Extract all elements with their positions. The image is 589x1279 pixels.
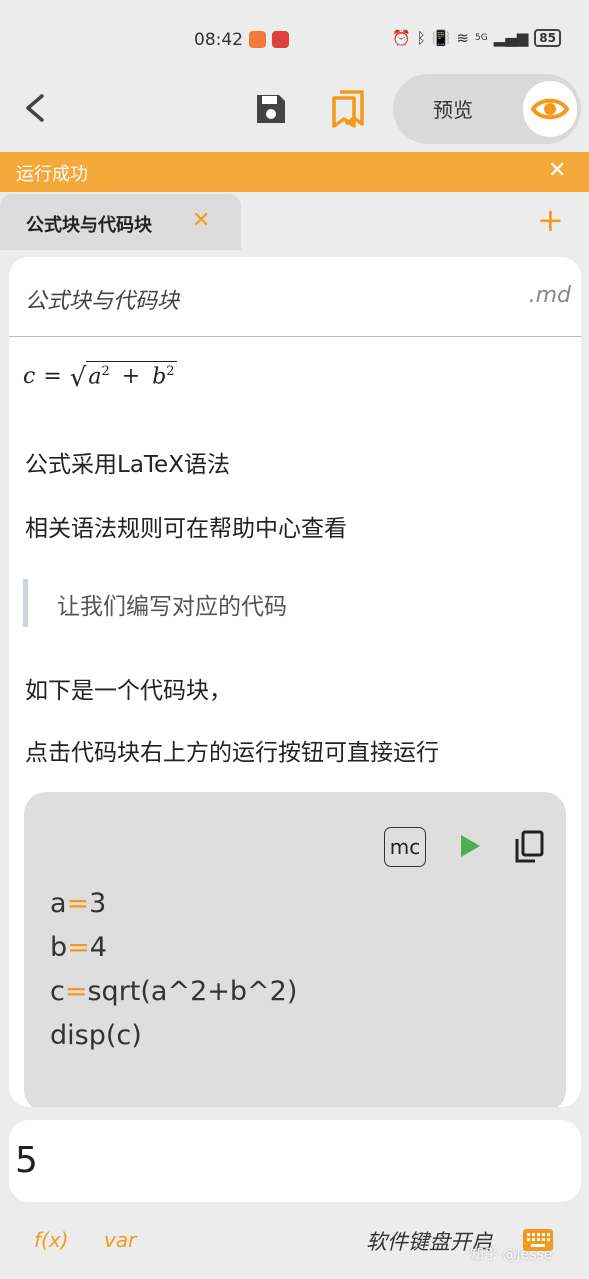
bookmarks-icon[interactable] [330,88,366,128]
tab-label: 公式块与代码块 [26,215,152,236]
sqrt-icon: √ [69,363,87,394]
code-line: disp(c) [50,1020,142,1051]
var-button[interactable]: var [104,1228,136,1252]
fx-button[interactable]: f(x) [34,1228,68,1252]
app-notification-icon [249,31,266,48]
document-extension: .md [528,283,571,308]
formula-exp: 2 [101,364,110,379]
back-arrow-icon[interactable] [20,92,52,124]
formula-radicand: a2 + b2 [86,361,177,390]
tab-close-icon[interactable]: ✕ [192,208,210,233]
title-divider [9,336,581,337]
preview-label: 预览 [433,98,473,122]
code-line: b=4 [50,926,297,970]
signal-icon: ▂▄▆ [493,29,529,47]
top-toolbar: 预览 [0,72,589,150]
bluetooth-icon: ᛒ [416,29,426,47]
alarm-icon: ⏰ [392,29,411,47]
tab-bar: 公式块与代码块 ✕ + [0,192,589,250]
output-field[interactable]: 5 [9,1120,581,1202]
code-operator: = [67,932,90,963]
eye-icon [531,98,569,120]
code-rhs: sqrt(a^2+b^2) [87,976,298,1007]
network-type: 5G [474,33,488,43]
eye-button[interactable] [523,81,577,137]
formula-lhs: c [23,364,36,390]
watermark: 知乎 @Jesse [470,1247,553,1263]
battery-level: 85 [534,29,561,47]
formula-plus: + [121,364,141,390]
banner-close-icon[interactable]: ✕ [548,158,566,183]
code-line: c=sqrt(a^2+b^2) [50,970,297,1014]
output-value: 5 [15,1140,38,1181]
formula-block: c = √ a2 + b2 [23,361,177,394]
code-rhs: 4 [89,932,107,963]
paragraph: 如下是一个代码块， [25,678,232,704]
banner-text: 运行成功 [16,164,88,185]
document-title[interactable]: 公式块与代码块 [25,283,179,315]
paragraph: 点击代码块右上方的运行按钮可直接运行 [25,740,439,766]
formula-b: b [152,364,167,390]
code-rhs: 3 [89,888,107,919]
app-notification-icon [272,31,289,48]
save-icon[interactable] [254,92,288,126]
add-tab-icon[interactable]: + [537,204,564,236]
code-lhs: b [50,932,68,963]
bottom-bar: f(x) var 软件键盘开启 知乎 @Jesse [0,1212,589,1279]
formula-equals: = [43,364,62,390]
formula-exp: 2 [166,364,175,379]
code-lhs: a [50,888,67,919]
quote-bar [23,579,28,627]
code-operator: = [66,888,90,919]
wifi-icon: ≋ [456,29,469,47]
status-time: 08:42 [194,30,243,50]
paragraph: 相关语法规则可在帮助中心查看 [25,516,347,542]
code-lines[interactable]: a=3 b=4 c=sqrt(a^2+b^2) disp(c) [50,882,297,1058]
vibrate-icon: 📳 [431,29,451,47]
formula-a: a [88,364,102,390]
run-icon[interactable] [461,835,480,857]
tab-formula-code[interactable]: 公式块与代码块 ✕ [0,194,241,250]
code-block[interactable]: mc a=3 b=4 c=sqrt(a^2+b^2) disp(c) [24,792,566,1107]
status-bar: 08:42 ⏰ ᛒ 📳 ≋ 5G ▂▄▆ 85 [0,0,589,80]
code-operator: = [64,976,88,1007]
preview-toggle[interactable]: 预览 [393,74,581,144]
paragraph: 公式采用LaTeX语法 [25,452,230,478]
code-lhs: c [50,976,65,1007]
mc-button[interactable]: mc [384,827,426,867]
code-line: a=3 [50,882,297,926]
status-icons: ⏰ ᛒ 📳 ≋ 5G ▂▄▆ 85 [392,29,561,47]
quote-text: 让我们编写对应的代码 [57,594,287,620]
copy-icon[interactable] [513,830,545,864]
run-success-banner: 运行成功 ✕ [0,152,589,192]
editor-card: 公式块与代码块 .md c = √ a2 + b2 公式采用LaTeX语法 相关… [9,257,581,1107]
